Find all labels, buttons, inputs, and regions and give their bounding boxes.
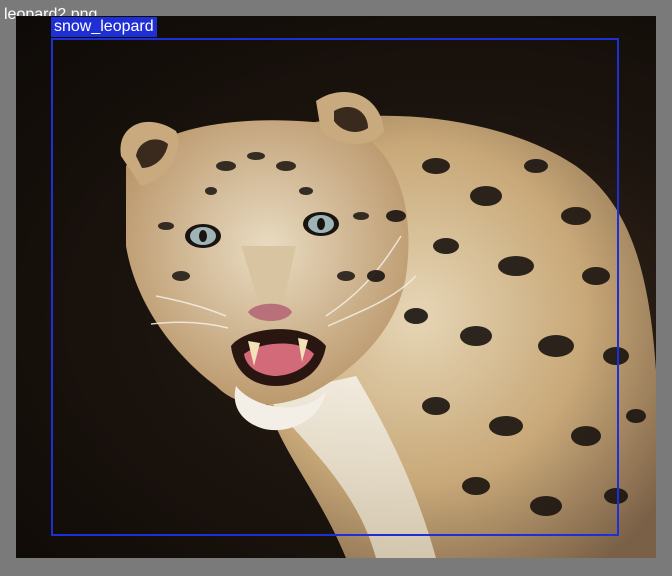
detection-bounding-box (51, 38, 619, 536)
image-viewer-window: leopard2.png snow_leopard (0, 0, 672, 576)
detection-label: snow_leopard (51, 17, 157, 37)
